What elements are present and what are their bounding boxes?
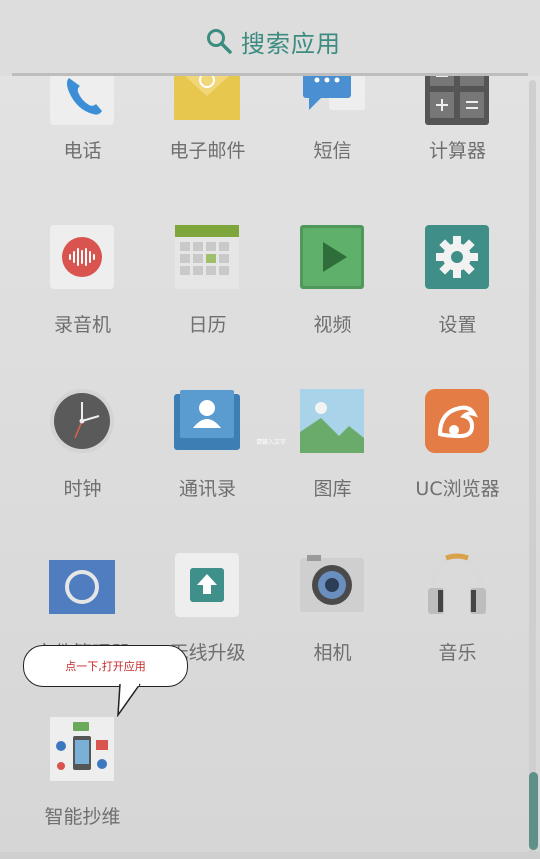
app-label: 日历	[188, 314, 227, 336]
app-clock[interactable]: 时钟	[20, 388, 145, 508]
app-label: 短信	[313, 140, 352, 162]
app-label: 相机	[313, 642, 352, 664]
uc-browser-icon	[424, 388, 490, 454]
app-phone[interactable]: 电话	[20, 76, 145, 186]
clock-icon	[49, 388, 115, 454]
tooltip-bubble: 点一下,打开应用	[23, 645, 188, 687]
search-label: 搜索应用	[241, 29, 341, 58]
app-sms[interactable]: 短信	[270, 76, 395, 186]
app-contacts[interactable]: 通讯录	[145, 388, 270, 508]
app-label: 图库	[313, 478, 352, 500]
app-label: UC浏览器	[415, 478, 500, 500]
app-label: 时钟	[63, 478, 102, 500]
app-calendar[interactable]: 日历	[145, 224, 270, 344]
music-icon	[424, 552, 490, 618]
app-gallery[interactable]: 图库	[270, 388, 395, 508]
camera-icon	[299, 552, 365, 618]
app-recorder[interactable]: 录音机	[20, 224, 145, 344]
tooltip-text: 点一下,打开应用	[65, 660, 146, 673]
app-label: 智能抄维	[44, 806, 121, 828]
app-label: 电话	[63, 140, 102, 162]
app-label: 通讯录	[178, 478, 236, 500]
gallery-icon	[299, 388, 365, 454]
app-smart-maintenance[interactable]: 智能抄维	[20, 716, 145, 836]
bottom-edge	[0, 852, 540, 859]
app-uc-browser[interactable]: UC浏览器	[395, 388, 520, 508]
recorder-icon	[49, 224, 115, 290]
app-calculator[interactable]: 计算器	[395, 76, 520, 186]
app-label: 录音机	[53, 314, 111, 336]
scroll-track[interactable]	[529, 80, 536, 855]
tooltip-tail	[117, 683, 141, 717]
ota-update-icon	[174, 552, 240, 618]
app-settings[interactable]: 设置	[395, 224, 520, 344]
search-button[interactable]: 搜索应用	[205, 24, 341, 58]
contacts-icon	[174, 388, 240, 454]
search-icon	[207, 29, 232, 54]
app-grid: 电话 电子邮件 短信 计算器 录音机 日历 视频 设置 时钟 通讯录 图库 UC…	[0, 76, 540, 859]
app-label: 设置	[438, 314, 477, 336]
phone-icon	[49, 76, 115, 126]
app-label: 计算器	[428, 140, 486, 162]
app-music[interactable]: 音乐	[395, 552, 520, 672]
smart-maintenance-icon	[49, 716, 115, 782]
settings-icon	[424, 224, 490, 290]
scroll-thumb[interactable]	[529, 772, 538, 850]
app-label: 视频	[313, 314, 352, 336]
overlay-hint: 请输入文字	[256, 439, 287, 446]
calculator-icon	[424, 76, 490, 126]
calendar-icon	[174, 224, 240, 290]
app-drawer: 搜索应用 电话 电子邮件 短信 计算器 录音机 日历 视频 设置 时钟 通讯录 …	[0, 0, 540, 859]
app-label: 电子邮件	[169, 140, 246, 162]
app-video[interactable]: 视频	[270, 224, 395, 344]
email-icon	[174, 76, 240, 126]
sms-icon	[299, 76, 365, 126]
app-label: 音乐	[438, 642, 477, 664]
search-bar[interactable]: 搜索应用	[0, 0, 540, 76]
app-camera[interactable]: 相机	[270, 552, 395, 672]
file-manager-icon	[49, 552, 115, 618]
video-icon	[299, 224, 365, 290]
app-email[interactable]: 电子邮件	[145, 76, 270, 186]
